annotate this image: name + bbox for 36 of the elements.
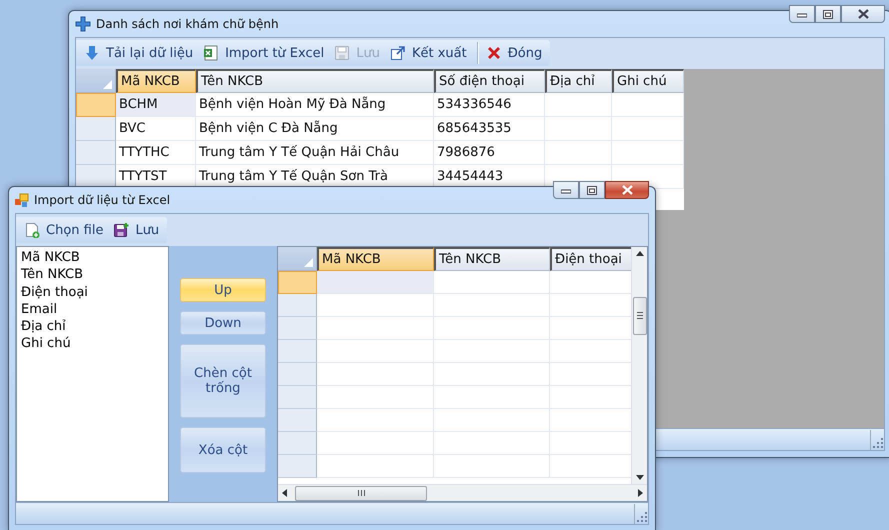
list-item[interactable]: Ghi chú: [21, 335, 164, 353]
side-button[interactable]: Xóa cột: [180, 427, 266, 473]
table-cell: 534336546: [434, 93, 545, 117]
field-list[interactable]: Mã NKCB Tên NKCB Điện thoại Email Địa chỉ Ghi chú: [16, 246, 169, 502]
table-cell: BVC: [116, 117, 196, 141]
window-title: Danh sách nơi khám chữ bệnh: [96, 17, 280, 31]
list-item[interactable]: Mã NKCB: [21, 249, 164, 266]
import-excel-button[interactable]: Import từ Excel: [199, 42, 328, 64]
table-cell: 685643535: [434, 117, 545, 141]
table-cell: BCHM: [116, 93, 196, 117]
export-button[interactable]: Kết xuất: [386, 42, 471, 64]
choose-file-button[interactable]: Chọn file: [20, 219, 108, 241]
save-button[interactable]: Lưu: [109, 219, 164, 241]
table-cell: 7986876: [434, 141, 545, 165]
list-item[interactable]: Email: [21, 300, 164, 318]
table-cell: Trung tâm Y Tế Quận Hải Châu: [196, 141, 434, 165]
table-cell: Bệnh viện C Đà Nẵng: [196, 117, 434, 141]
column-header[interactable]: Mã NKCB: [116, 69, 196, 93]
list-item[interactable]: Địa chỉ: [21, 318, 164, 336]
table-cell: TTYTHC: [116, 141, 196, 165]
list-item[interactable]: Tên NKCB: [21, 266, 164, 284]
side-button[interactable]: Up: [180, 278, 266, 302]
side-button[interactable]: Chèn cột trống: [180, 344, 266, 418]
window-title: Import dữ liệu từ Excel: [34, 193, 172, 207]
column-header[interactable]: Tên NKCB: [434, 247, 550, 271]
side-button[interactable]: Down: [180, 311, 266, 335]
list-item[interactable]: Điện thoại: [21, 284, 164, 301]
column-header[interactable]: Địa chỉ: [545, 69, 612, 93]
column-header[interactable]: Ghi chú: [612, 69, 684, 93]
column-header[interactable]: Số điện thoại: [434, 69, 545, 93]
column-header[interactable]: Mã NKCB: [317, 247, 434, 271]
reload-button[interactable]: Tải lại dữ liệu: [80, 42, 198, 64]
column-header[interactable]: Tên NKCB: [196, 69, 434, 93]
close-button[interactable]: Đóng: [476, 42, 546, 64]
column-header[interactable]: Điện thoại: [550, 247, 631, 271]
table-cell: Bệnh viện Hoàn Mỹ Đà Nẵng: [196, 93, 434, 117]
